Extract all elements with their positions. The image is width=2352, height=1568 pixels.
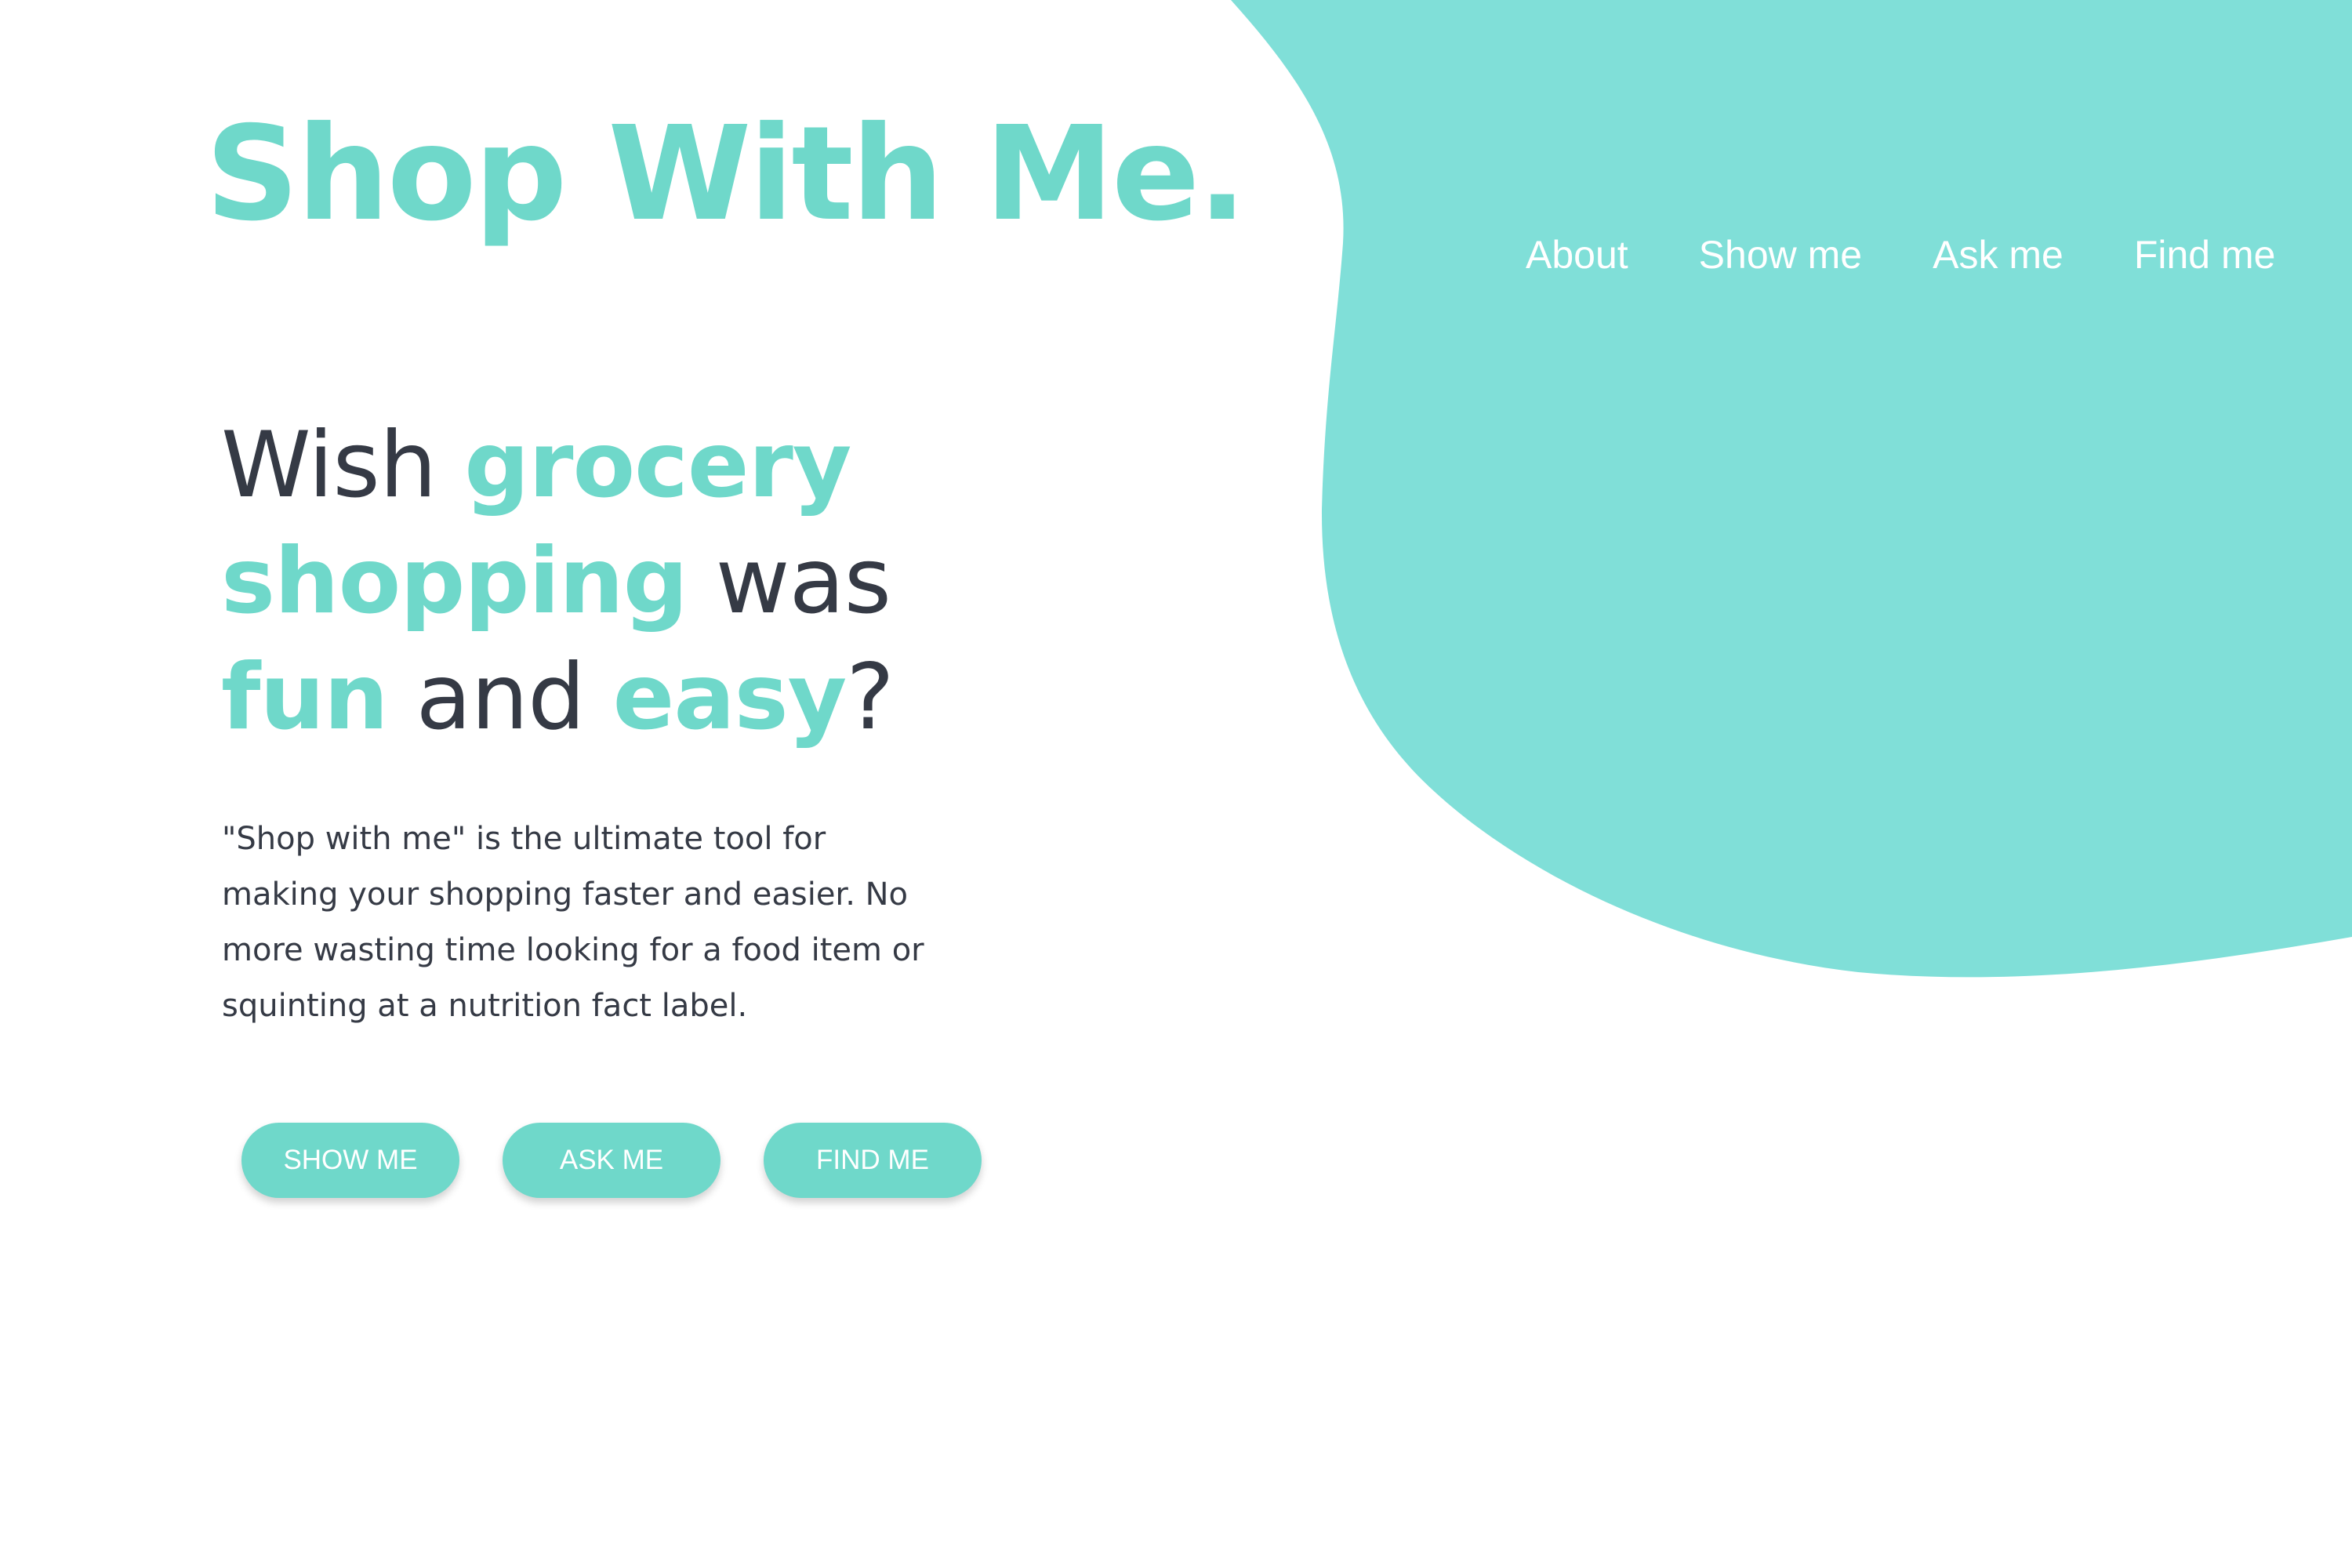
hero-headline: Wish grocery shopping was fun and easy?: [221, 408, 1162, 756]
headline-word: and: [416, 644, 586, 750]
headline-highlight: grocery: [464, 412, 851, 518]
cta-button-group: SHOW ME ASK ME FIND ME: [241, 1123, 982, 1198]
find-me-button[interactable]: FIND ME: [764, 1123, 982, 1198]
nav-link-ask-me[interactable]: Ask me: [1933, 232, 2063, 278]
headline-highlight: easy: [612, 644, 848, 750]
nav-link-about[interactable]: About: [1526, 232, 1628, 278]
headline-highlight: fun: [221, 644, 389, 750]
main-nav: About Show me Ask me Find me: [1526, 232, 2275, 278]
headline-word: Wish: [221, 412, 437, 518]
headline-highlight: shopping: [221, 528, 688, 634]
hero-description: "Shop with me" is the ultimate tool for …: [222, 821, 924, 1024]
show-me-button[interactable]: SHOW ME: [241, 1123, 459, 1198]
nav-link-show-me[interactable]: Show me: [1699, 232, 1862, 278]
headline-word: was: [715, 528, 891, 634]
headline-word: ?: [846, 644, 895, 750]
nav-link-find-me[interactable]: Find me: [2134, 232, 2276, 278]
ask-me-button[interactable]: ASK ME: [503, 1123, 720, 1198]
brand-logo[interactable]: Shop With Me.: [205, 110, 1247, 240]
landing-page: Shop With Me. About Show me Ask me Find …: [0, 0, 2352, 1568]
